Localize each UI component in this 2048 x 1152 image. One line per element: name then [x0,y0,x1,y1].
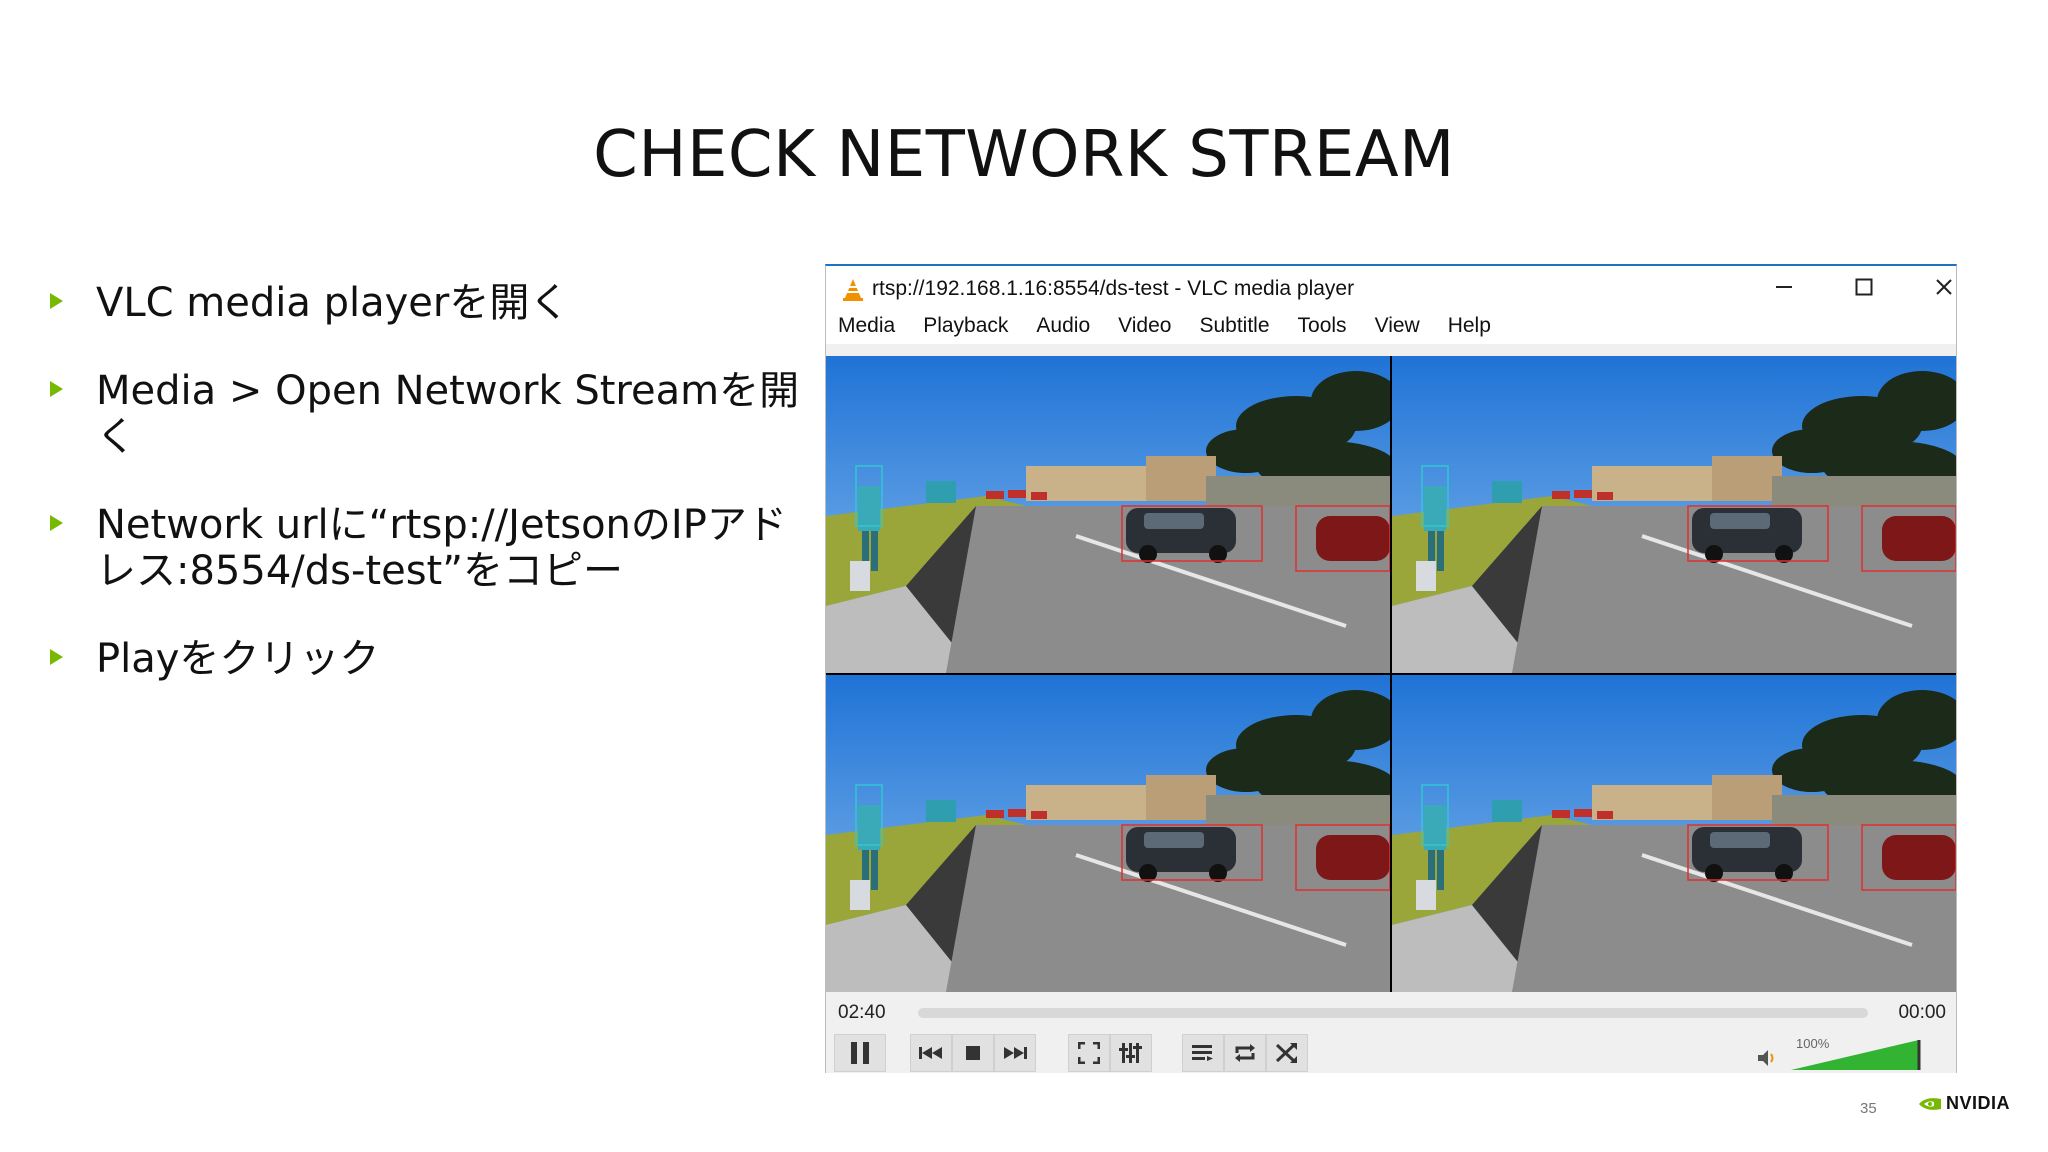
nvidia-logo: NVIDIA [1918,1093,2010,1114]
menu-media[interactable]: Media [838,314,895,338]
bullet-item: VLC media playerを開く [48,280,808,326]
maximize-icon [1855,278,1873,296]
previous-button[interactable] [910,1034,952,1072]
playlist-icon [1192,1045,1213,1061]
playlist-button[interactable] [1182,1034,1224,1072]
volume-icon[interactable] [1756,1048,1778,1068]
stop-button[interactable] [952,1034,994,1072]
fullscreen-button[interactable] [1068,1034,1110,1072]
pause-icon [851,1042,869,1064]
logo-text: NVIDIA [1946,1093,2011,1113]
fullscreen-icon [1078,1042,1100,1064]
bullet-item: Playをクリック [48,636,808,682]
slide-title: CHECK NETWORK STREAM [593,118,1455,192]
shuffle-button[interactable] [1266,1034,1308,1072]
menu-playback[interactable]: Playback [923,314,1008,338]
bullet-arrow-icon [50,649,63,665]
elapsed-time: 02:40 [838,1002,886,1023]
seek-row: 02:40 00:00 [826,992,1956,1032]
video-area[interactable] [826,356,1956,992]
volume-slider[interactable] [1791,1038,1921,1072]
window-title: rtsp://192.168.1.16:8554/ds-test - VLC m… [872,277,1355,300]
bullet-text: Playをクリック [96,636,380,682]
minimize-icon [1776,286,1792,288]
previous-icon [919,1047,942,1059]
seek-slider[interactable] [918,1008,1868,1018]
controls-bar: 100% [826,1032,1956,1073]
page-number: 35 [1860,1100,1877,1117]
extended-settings-button[interactable] [1110,1034,1152,1072]
bullet-arrow-icon [50,293,63,309]
bullet-text: VLC media playerを開く [96,280,570,326]
menu-view[interactable]: View [1375,314,1420,338]
loop-button[interactable] [1224,1034,1266,1072]
loop-icon [1235,1044,1255,1062]
video-tile [1392,356,1956,673]
video-tile [826,675,1390,992]
extended-settings-icon [1119,1043,1142,1063]
bullet-text: Network urlに“rtsp://JetsonのIPアドレス:8554/d… [96,502,787,594]
nvidia-eye-icon [1919,1097,1941,1110]
next-button[interactable] [994,1034,1036,1072]
video-tile [1392,675,1956,992]
close-icon [1936,279,1952,295]
video-tile [826,356,1390,673]
bullet-item: Media > Open Network Streamを開く [48,368,808,460]
close-button[interactable] [1914,270,1956,304]
menu-help[interactable]: Help [1448,314,1491,338]
stop-icon [966,1046,980,1060]
next-icon [1004,1047,1027,1059]
menu-audio[interactable]: Audio [1036,314,1090,338]
minimize-button[interactable] [1754,270,1814,304]
bullet-list: VLC media playerを開く Media > Open Network… [48,280,808,724]
pause-button[interactable] [834,1034,886,1072]
maximize-button[interactable] [1834,270,1894,304]
bullet-text: Media > Open Network Streamを開く [96,368,800,460]
shuffle-icon [1275,1043,1297,1063]
vlc-window: rtsp://192.168.1.16:8554/ds-test - VLC m… [825,264,1957,1073]
menu-subtitle[interactable]: Subtitle [1199,314,1269,338]
vlc-cone-icon [843,279,863,301]
remaining-time: 00:00 [1898,1002,1946,1023]
title-bar[interactable]: rtsp://192.168.1.16:8554/ds-test - VLC m… [826,266,1956,308]
bullet-arrow-icon [50,381,63,397]
menu-bar: Media Playback Audio Video Subtitle Tool… [826,308,1956,344]
bullet-item: Network urlに“rtsp://JetsonのIPアドレス:8554/d… [48,502,808,594]
menu-tools[interactable]: Tools [1298,314,1347,338]
menu-video[interactable]: Video [1118,314,1171,338]
bullet-arrow-icon [50,515,63,531]
